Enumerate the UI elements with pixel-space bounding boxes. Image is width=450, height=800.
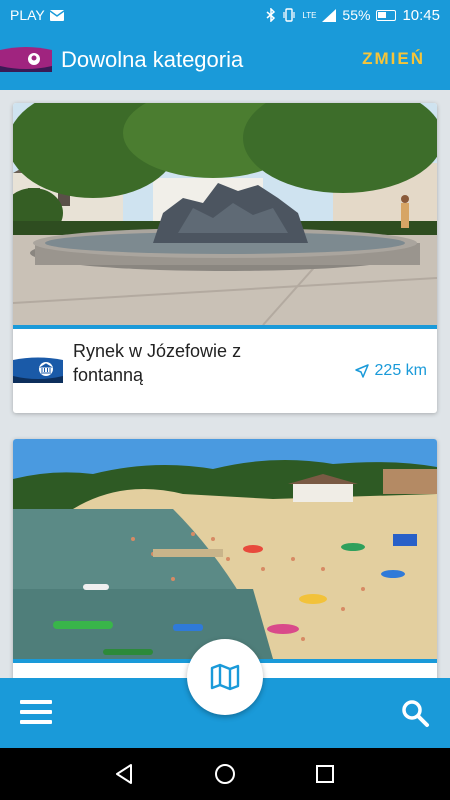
map-button[interactable] (187, 639, 263, 715)
navigation-arrow-icon (354, 364, 369, 378)
battery-percent: 55% (342, 7, 371, 23)
app-bar: Dowolna kategoria ZMIEŃ (0, 30, 450, 90)
back-icon[interactable] (113, 762, 137, 786)
category-badge-icon (0, 47, 52, 72)
signal-label: LTE (302, 10, 317, 20)
attraction-distance: 225 km (354, 362, 427, 380)
battery-icon (376, 9, 397, 21)
beach-photo (13, 439, 437, 659)
carrier-label: PLAY (10, 7, 45, 23)
clock: 10:45 (402, 6, 440, 24)
map-icon (210, 663, 240, 691)
menu-icon[interactable] (20, 700, 52, 726)
bluetooth-icon (266, 8, 276, 22)
attraction-title: Rynek w Józefowie z fontanną (73, 341, 242, 385)
change-category-button[interactable]: ZMIEŃ (362, 49, 425, 69)
search-icon[interactable] (400, 698, 430, 728)
card-divider (13, 325, 437, 329)
attractions-list[interactable]: Rynek w Józefowie z fontanną 225 km (0, 90, 450, 678)
fountain-photo (13, 103, 437, 325)
home-icon[interactable] (213, 762, 237, 786)
signal-icon (322, 8, 337, 22)
vibrate-icon (283, 8, 295, 22)
page-title: Dowolna kategoria (61, 47, 244, 72)
attraction-card[interactable]: Rynek w Józefowie z fontanną 225 km (13, 103, 437, 413)
status-bar: PLAY LTE 55% 10:45 (0, 0, 450, 30)
distance-value: 225 km (374, 362, 427, 379)
system-navigation-bar (0, 748, 450, 800)
museum-icon (13, 357, 63, 383)
recent-apps-icon[interactable] (313, 762, 337, 786)
mail-icon (49, 9, 64, 21)
